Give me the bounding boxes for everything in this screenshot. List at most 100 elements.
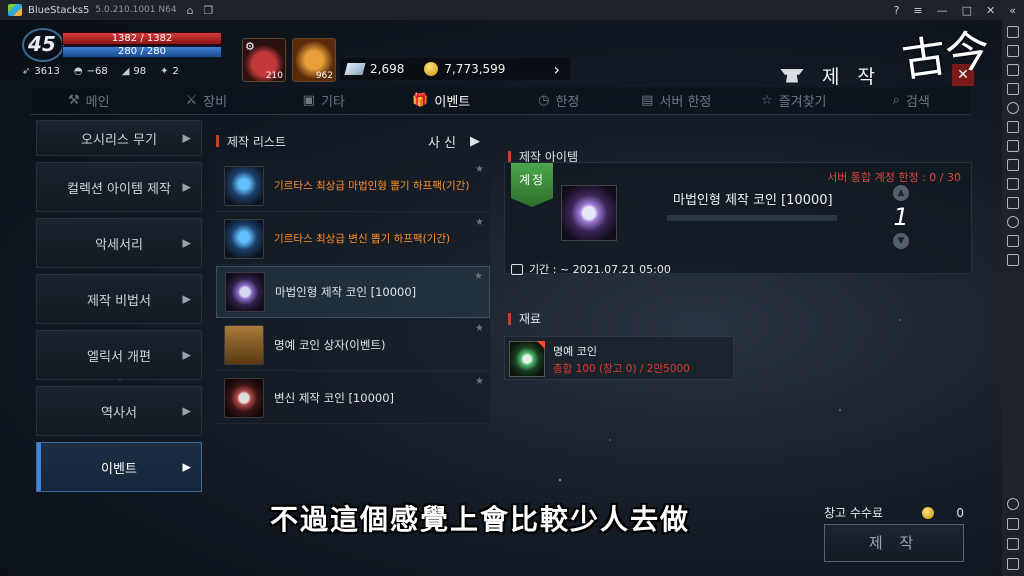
tab-event-label: 이벤트 bbox=[434, 95, 471, 110]
tab-main[interactable]: ⚒ 메인 bbox=[30, 91, 148, 110]
fullscreen-icon[interactable] bbox=[1007, 26, 1019, 38]
list-item[interactable]: 명예 코인 상자(이벤트) ★ bbox=[216, 319, 490, 371]
favorite-star-icon[interactable]: ★ bbox=[475, 376, 484, 387]
tab-etc-label: 기타 bbox=[320, 95, 345, 110]
currency-bar: 2,698 7,773,599 › bbox=[340, 58, 570, 80]
list-item[interactable]: 변신 제작 코인 [10000] ★ bbox=[216, 372, 490, 424]
gold-amount: 7,773,599 bbox=[444, 62, 506, 76]
craft-item-thumbnail[interactable] bbox=[561, 185, 617, 241]
material-row[interactable]: 명예 코인 총합 100 (창고 0) / 2만5000 bbox=[504, 336, 734, 380]
menu-icon[interactable]: ≡ bbox=[913, 4, 922, 17]
tab-server-limited[interactable]: ▤ 서버 한정 bbox=[618, 91, 736, 110]
item-thumbnail bbox=[224, 218, 264, 259]
section-marker bbox=[508, 312, 511, 325]
gamepad-icon[interactable] bbox=[1007, 83, 1019, 95]
top-hud: 45 1382 / 1382 280 / 280 ➶ 3613 ◓ −68 ◢ 98 … bbox=[0, 20, 1002, 88]
category-label: 악세서리 bbox=[95, 237, 143, 253]
apk-icon[interactable] bbox=[1007, 159, 1019, 171]
potion-quickslot[interactable]: ⚙ 210 bbox=[242, 38, 286, 82]
chevron-right-icon: ▶ bbox=[182, 236, 191, 250]
category-elixir[interactable]: 엘릭서 개편 ▶ bbox=[36, 330, 202, 380]
craft-period-text: 기간 : ~ 2021.07.21 05:00 bbox=[529, 263, 671, 276]
photo-filter-button[interactable]: 사 신 ▶ bbox=[428, 132, 480, 151]
tab-event[interactable]: 🎁 이벤트 bbox=[383, 91, 501, 110]
category-history-book[interactable]: 역사서 ▶ bbox=[36, 386, 202, 436]
quantity-up-button[interactable]: ▲ bbox=[893, 185, 909, 201]
helmet-icon: ◓ bbox=[73, 66, 83, 77]
recent-apps-icon[interactable] bbox=[1007, 558, 1019, 570]
item-name: 기르타스 최상급 마법인형 뽑기 하프팩(기간) bbox=[274, 180, 470, 192]
window-controls: ? ≡ — □ ✕ « bbox=[894, 0, 1016, 20]
section-marker bbox=[508, 150, 511, 163]
collapse-sidebar-icon[interactable]: « bbox=[1009, 4, 1016, 17]
favorite-star-icon[interactable]: ★ bbox=[475, 164, 484, 175]
home-icon[interactable]: ⌂ bbox=[187, 4, 194, 17]
eco-mode-icon[interactable] bbox=[1007, 216, 1019, 228]
craft-button[interactable]: 제 작 bbox=[824, 524, 964, 562]
macro-icon[interactable] bbox=[1007, 235, 1019, 247]
category-recipe-book[interactable]: 제작 비법서 ▶ bbox=[36, 274, 202, 324]
tab-limited[interactable]: ◷ 한정 bbox=[500, 91, 618, 110]
favorite-star-icon[interactable]: ★ bbox=[475, 217, 484, 228]
material-thumbnail bbox=[509, 341, 545, 377]
hp-bar: 1382 / 1382 bbox=[62, 32, 222, 45]
more-icon[interactable] bbox=[1007, 254, 1019, 266]
category-label: 컬렉션 아이템 제작 bbox=[67, 181, 171, 197]
quantity-value[interactable]: 1 bbox=[891, 201, 911, 233]
favorite-star-icon[interactable]: ★ bbox=[475, 323, 484, 334]
crossed-swords-icon: ⚔ bbox=[185, 93, 198, 108]
back-icon[interactable] bbox=[1007, 518, 1019, 530]
star-icon: ☆ bbox=[761, 93, 773, 108]
tab-equipment[interactable]: ⚔ 장비 bbox=[148, 91, 266, 110]
category-osiris-weapon[interactable]: 오시리스 무기 ▶ bbox=[36, 120, 202, 156]
item-name: 명예 코인 상자(이벤트) bbox=[274, 337, 386, 352]
help-icon[interactable]: ? bbox=[894, 4, 900, 17]
video-subtitle: 不過這個感覺上會比較少人去做 bbox=[270, 503, 691, 536]
anvil-icon: ⚒ bbox=[67, 93, 80, 108]
item-name: 변신 제작 코인 [10000] bbox=[274, 390, 395, 405]
emulator-version: 5.0.210.1001 N64 bbox=[95, 5, 177, 15]
tab-search[interactable]: ⌕ 검색 bbox=[853, 91, 971, 110]
craft-list-title: 제작 리스트 bbox=[227, 134, 287, 149]
location-icon[interactable] bbox=[1007, 102, 1019, 114]
volume-icon[interactable] bbox=[1007, 45, 1019, 57]
storage-fee: 창고 수수료 0 bbox=[824, 504, 964, 521]
gear-icon[interactable]: ⚙ bbox=[245, 40, 255, 53]
close-window-icon[interactable]: ✕ bbox=[986, 4, 995, 17]
category-label: 역사서 bbox=[101, 405, 137, 421]
stat-speed: ◢ 98 bbox=[122, 66, 146, 77]
maximize-icon[interactable]: □ bbox=[962, 4, 972, 17]
stat-pvp: ✦ 2 bbox=[160, 66, 179, 77]
resize-icon[interactable] bbox=[1007, 197, 1019, 209]
android-home-icon[interactable] bbox=[1007, 538, 1019, 550]
category-event[interactable]: 이벤트 ▶ bbox=[36, 442, 202, 492]
wing-icon: ➶ bbox=[22, 66, 31, 77]
list-item-selected[interactable]: 마법인형 제작 코인 [10000] ★ bbox=[216, 266, 490, 318]
list-item[interactable]: 기르타스 최상급 변신 뽑기 하프팩(기간) ★ bbox=[216, 213, 490, 265]
tab-etc[interactable]: ▣ 기타 bbox=[265, 91, 383, 110]
sidebar-bottom-group bbox=[1007, 498, 1019, 570]
box-icon: ▣ bbox=[302, 93, 315, 108]
record-icon[interactable] bbox=[1007, 140, 1019, 152]
tab-favorites[interactable]: ☆ 즐겨찾기 bbox=[735, 91, 853, 110]
category-label: 오시리스 무기 bbox=[81, 132, 157, 148]
category-collection[interactable]: 컬렉션 아이템 제작 ▶ bbox=[36, 162, 202, 212]
scroll-quickslot[interactable]: 962 bbox=[292, 38, 336, 82]
favorite-star-icon[interactable]: ★ bbox=[474, 271, 483, 282]
folder-icon[interactable] bbox=[1007, 178, 1019, 190]
category-accessory[interactable]: 악세서리 ▶ bbox=[36, 218, 202, 268]
screenshot-icon[interactable] bbox=[1007, 121, 1019, 133]
stat-armor-value: −68 bbox=[86, 66, 108, 77]
claw-icon: ✦ bbox=[160, 66, 169, 77]
category-label: 엘릭서 개편 bbox=[87, 349, 151, 365]
keyboard-icon[interactable] bbox=[1007, 64, 1019, 76]
currency-expand-icon[interactable]: › bbox=[554, 60, 560, 79]
list-item[interactable]: 기르타스 최상급 마법인형 뽑기 하프팩(기간) ★ bbox=[216, 160, 490, 212]
player-level: 45 bbox=[28, 32, 56, 56]
minimize-icon[interactable]: — bbox=[937, 4, 948, 17]
quantity-down-button[interactable]: ▼ bbox=[893, 233, 909, 249]
settings-icon[interactable] bbox=[1007, 498, 1019, 510]
boot-icon: ◢ bbox=[121, 66, 130, 77]
multi-instance-icon[interactable]: ❐ bbox=[204, 4, 214, 17]
stat-pvp-value: 2 bbox=[172, 66, 179, 77]
